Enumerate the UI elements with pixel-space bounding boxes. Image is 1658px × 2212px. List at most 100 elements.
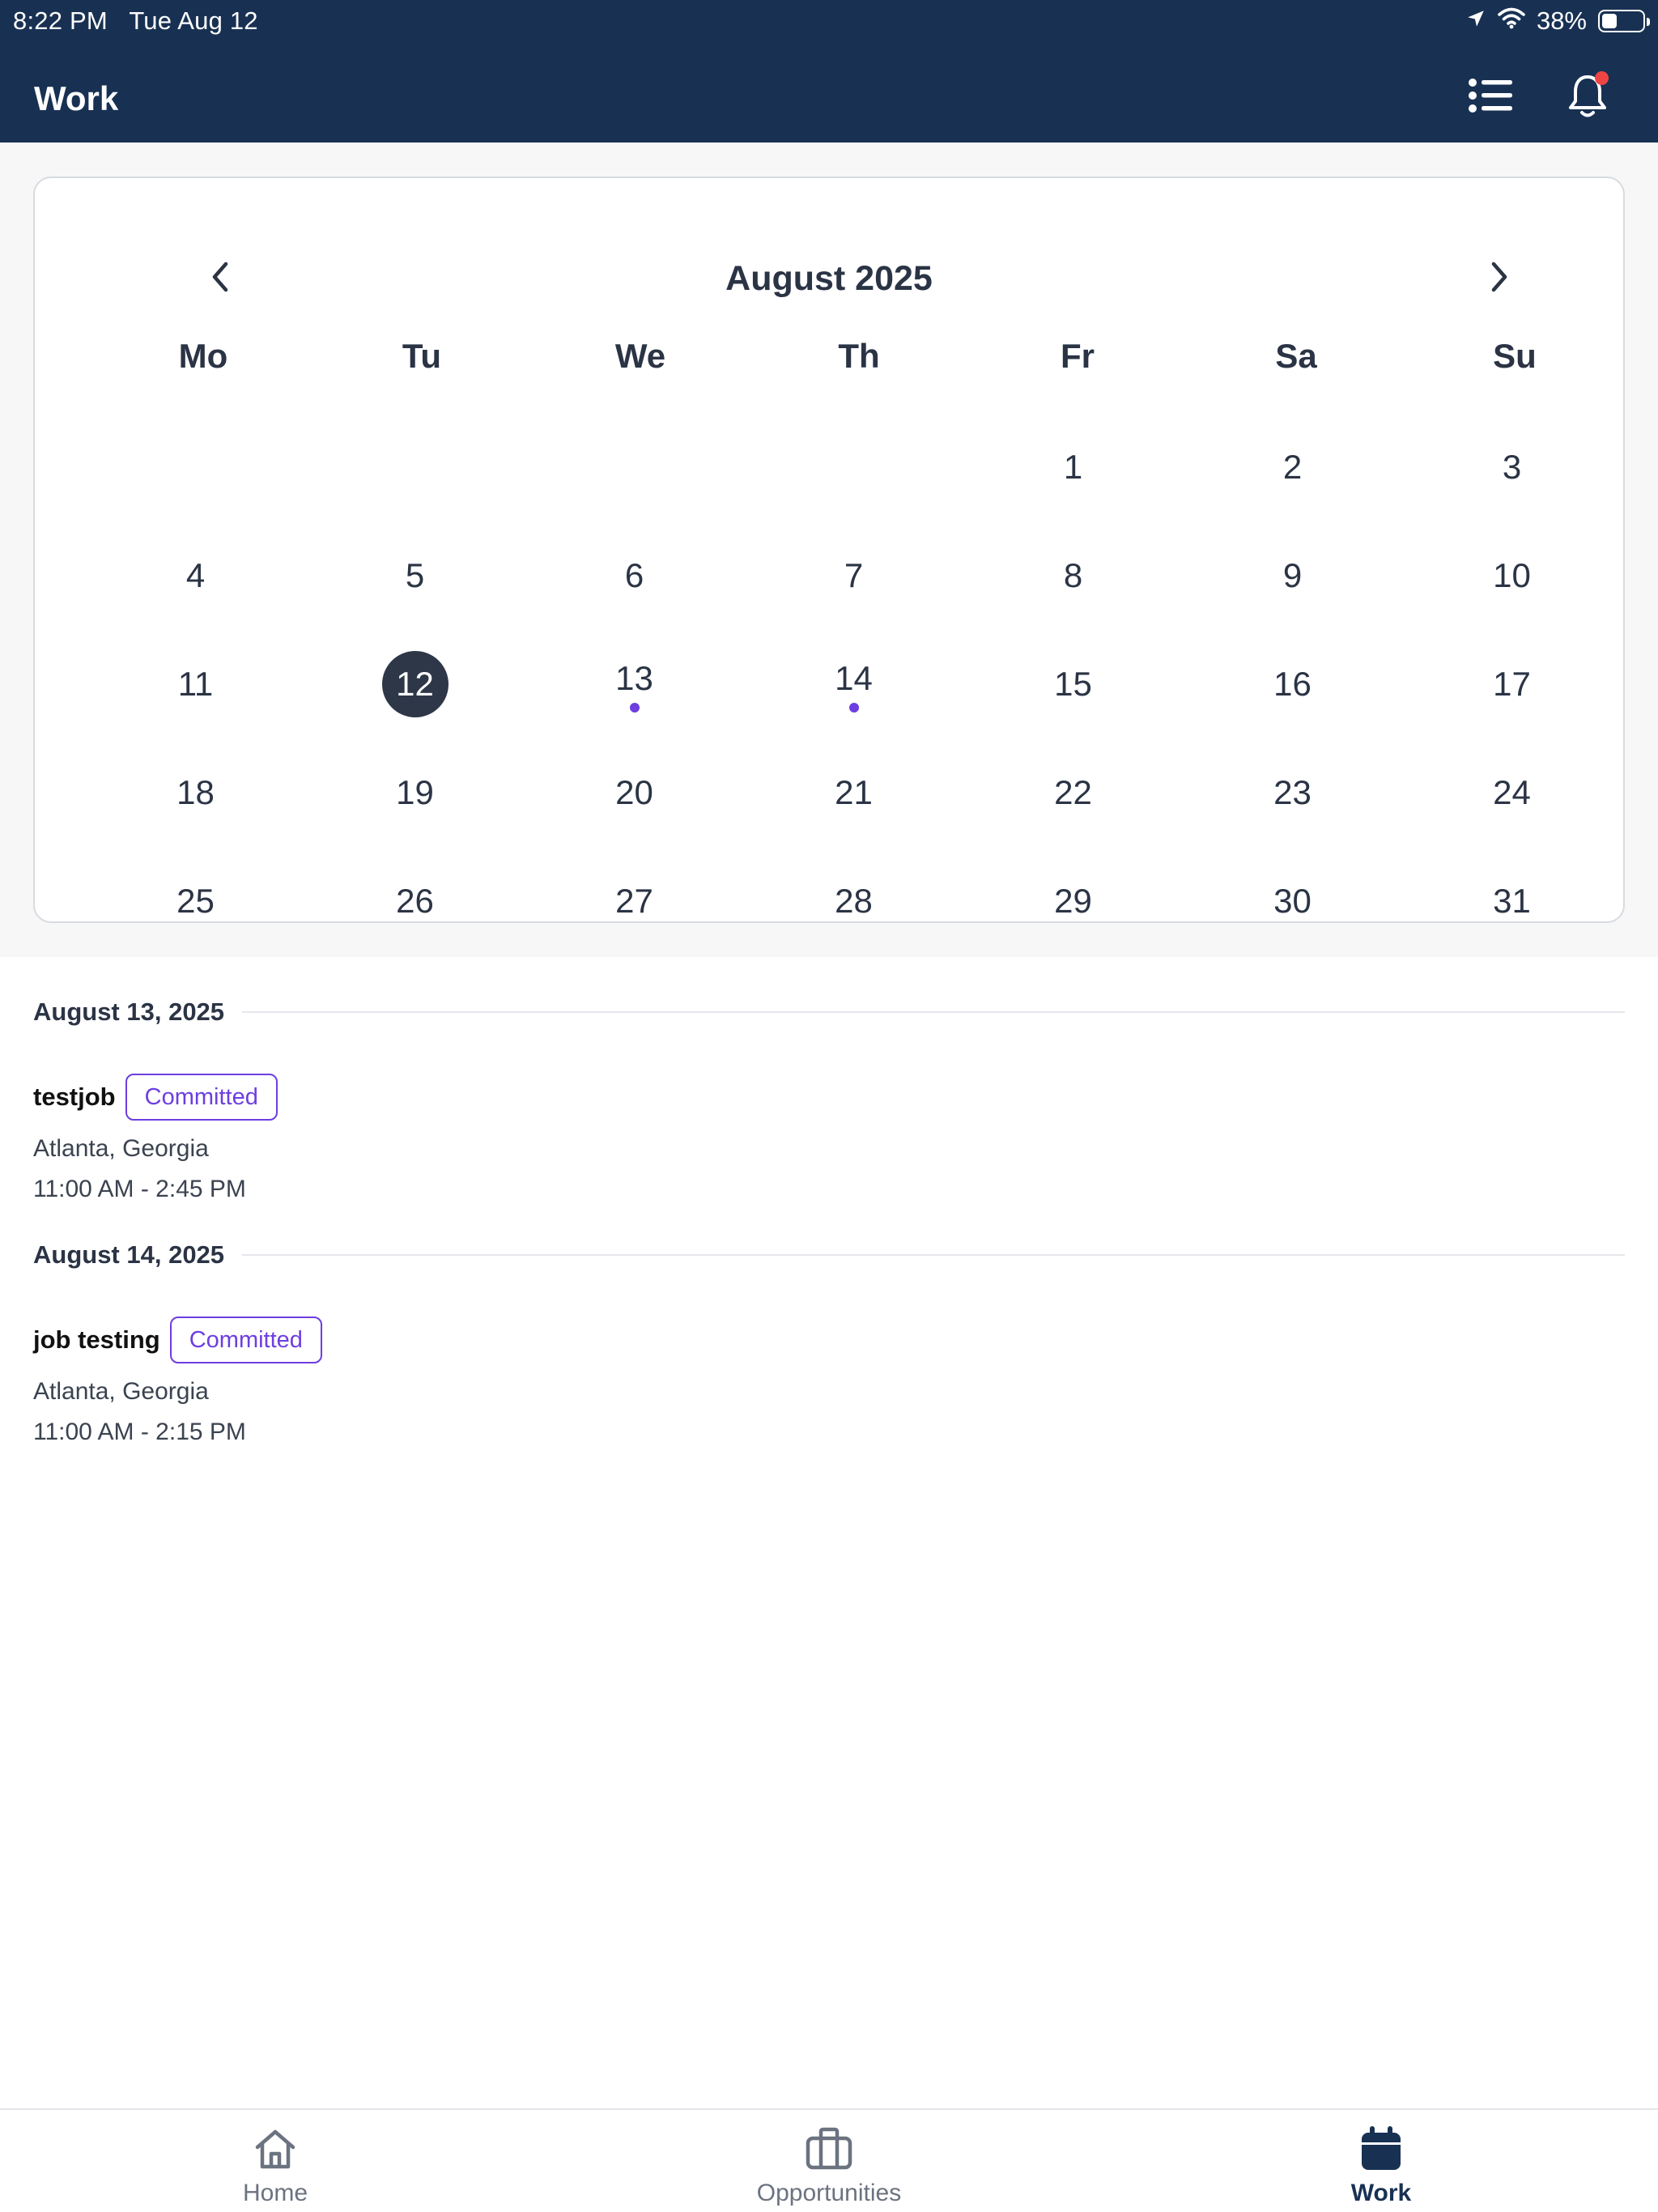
status-clock: 8:22 PM Tue Aug 12 — [13, 6, 258, 36]
briefcase-icon — [803, 2123, 855, 2175]
calendar-day-number: 12 — [381, 651, 449, 717]
event-time: 11:00 AM - 2:15 PM — [33, 1419, 246, 1445]
next-month-button[interactable] — [1473, 253, 1525, 304]
weekday-label: Fr — [1061, 337, 1095, 375]
event-date-header: August 14, 2025 — [33, 1232, 1625, 1278]
calendar-day-number: 3 — [1502, 448, 1522, 486]
page-title: Work — [34, 79, 119, 117]
calendar-day-29[interactable]: 29 — [963, 847, 1183, 955]
calendar-day-number: 31 — [1493, 882, 1531, 920]
calendar-day-25[interactable]: 25 — [86, 847, 305, 955]
calendar-day-number: 21 — [835, 773, 873, 811]
tab-opportunities[interactable]: Opportunities — [708, 2110, 950, 2212]
calendar-day-20[interactable]: 20 — [525, 738, 744, 847]
calendar-day-number: 15 — [1054, 665, 1092, 703]
weekday-label: Mo — [178, 337, 228, 375]
calendar-empty-cell — [305, 413, 525, 521]
calendar-day-24[interactable]: 24 — [1402, 738, 1622, 847]
notification-badge — [1595, 71, 1609, 85]
wifi-icon — [1498, 6, 1525, 36]
location-arrow-icon — [1465, 6, 1486, 36]
calendar-day-17[interactable]: 17 — [1402, 630, 1622, 738]
calendar-day-1[interactable]: 1 — [963, 413, 1183, 521]
calendar-day-22[interactable]: 22 — [963, 738, 1183, 847]
calendar-day-19[interactable]: 19 — [305, 738, 525, 847]
calendar-icon — [1355, 2123, 1407, 2175]
calendar-day-5[interactable]: 5 — [305, 521, 525, 630]
calendar-day-7[interactable]: 7 — [744, 521, 963, 630]
calendar-day-16[interactable]: 16 — [1183, 630, 1402, 738]
event-location: Atlanta, Georgia — [33, 1378, 209, 1405]
battery-percent: 38% — [1536, 6, 1587, 35]
calendar-day-14[interactable]: 14 — [744, 630, 963, 738]
calendar-day-31[interactable]: 31 — [1402, 847, 1622, 955]
calendar-day-18[interactable]: 18 — [86, 738, 305, 847]
event-title-row: job testing Committed — [33, 1315, 1625, 1365]
event-title-row: testjob Committed — [33, 1072, 1625, 1122]
event-date-group: August 13, 2025 testjob Committed Atlanta, … — [33, 989, 1625, 1203]
calendar-day-26[interactable]: 26 — [305, 847, 525, 955]
calendar-day-number: 22 — [1054, 773, 1092, 811]
event-list-item[interactable]: job testing Committed Atlanta, Georgia 11:0… — [33, 1315, 1625, 1446]
calendar-day-number: 11 — [177, 665, 214, 703]
calendar-day-number: 16 — [1273, 665, 1312, 703]
top-bar: 8:22 PM Tue Aug 12 38% Work — [0, 0, 1658, 143]
calendar-day-6[interactable]: 6 — [525, 521, 744, 630]
tab-home[interactable]: Home — [154, 2110, 397, 2212]
calendar-day-30[interactable]: 30 — [1183, 847, 1402, 955]
calendar-day-number: 26 — [396, 882, 434, 920]
notifications-button[interactable] — [1558, 68, 1617, 126]
calendar-day-10[interactable]: 10 — [1402, 521, 1622, 630]
calendar-day-9[interactable]: 9 — [1183, 521, 1402, 630]
calendar-day-number: 5 — [405, 556, 425, 594]
work-screen: 8:22 PM Tue Aug 12 38% Work August 2025 … — [0, 0, 1658, 2212]
date-divider — [242, 1011, 1625, 1013]
weekday-label: Tu — [402, 337, 442, 375]
tab-bar: Home Opportunities Work — [0, 2108, 1658, 2212]
calendar-empty-cell — [525, 413, 744, 521]
battery-icon — [1598, 10, 1650, 32]
event-indicator-dot — [629, 703, 640, 713]
calendar-day-number: 28 — [835, 882, 873, 920]
battery-level — [1602, 14, 1618, 28]
calendar-day-28[interactable]: 28 — [744, 847, 963, 955]
calendar-day-3[interactable]: 3 — [1402, 413, 1622, 521]
home-icon — [249, 2123, 301, 2175]
calendar-day-27[interactable]: 27 — [525, 847, 744, 955]
calendar-day-number: 8 — [1063, 556, 1083, 594]
calendar-day-number: 2 — [1282, 448, 1303, 486]
calendar-day-4[interactable]: 4 — [86, 521, 305, 630]
calendar-day-13[interactable]: 13 — [525, 630, 744, 738]
tab-work[interactable]: Work — [1260, 2110, 1503, 2212]
calendar-empty-cell — [744, 413, 963, 521]
calendar-day-8[interactable]: 8 — [963, 521, 1183, 630]
event-date-header: August 13, 2025 — [33, 989, 1625, 1035]
calendar-grid: 1 2 3 4 5 6 7 8 9 10 11 12 13 14 15 16 17 18 19 20 21 22 23 24 2… — [86, 413, 1622, 955]
calendar-day-number: 13 — [615, 659, 653, 697]
calendar-day-number: 14 — [835, 659, 873, 697]
status-indicators: 38% — [1465, 5, 1650, 37]
list-view-button[interactable] — [1461, 68, 1520, 126]
calendar-day-15[interactable]: 15 — [963, 630, 1183, 738]
calendar-day-number: 24 — [1493, 773, 1531, 811]
calendar-card: August 2025 Mo Tu We Th Fr Sa Su 1 2 3 4 5 6 7 8 9 10 11… — [33, 177, 1625, 923]
calendar-day-number: 1 — [1063, 448, 1083, 486]
calendar-day-number: 30 — [1273, 882, 1312, 920]
calendar-day-number: 29 — [1054, 882, 1092, 920]
calendar-day-23[interactable]: 23 — [1183, 738, 1402, 847]
tab-opportunities-label: Opportunities — [756, 2180, 902, 2206]
calendar-day-11[interactable]: 11 — [86, 630, 305, 738]
event-date-group: August 14, 2025 job testing Committed Atlan… — [33, 1232, 1625, 1446]
calendar-day-number: 6 — [624, 556, 644, 594]
event-list-item[interactable]: testjob Committed Atlanta, Georgia 11:00 AM… — [33, 1072, 1625, 1203]
tab-home-label: Home — [242, 2180, 308, 2206]
calendar-day-number: 23 — [1273, 773, 1312, 811]
list-icon — [1468, 78, 1513, 117]
calendar-day-number: 27 — [615, 882, 653, 920]
calendar-day-2[interactable]: 2 — [1183, 413, 1402, 521]
event-indicator-dot — [848, 703, 859, 713]
calendar-day-number: 4 — [185, 556, 206, 594]
event-name: job testing — [33, 1325, 160, 1354]
calendar-day-12[interactable]: 12 — [305, 630, 525, 738]
calendar-day-21[interactable]: 21 — [744, 738, 963, 847]
